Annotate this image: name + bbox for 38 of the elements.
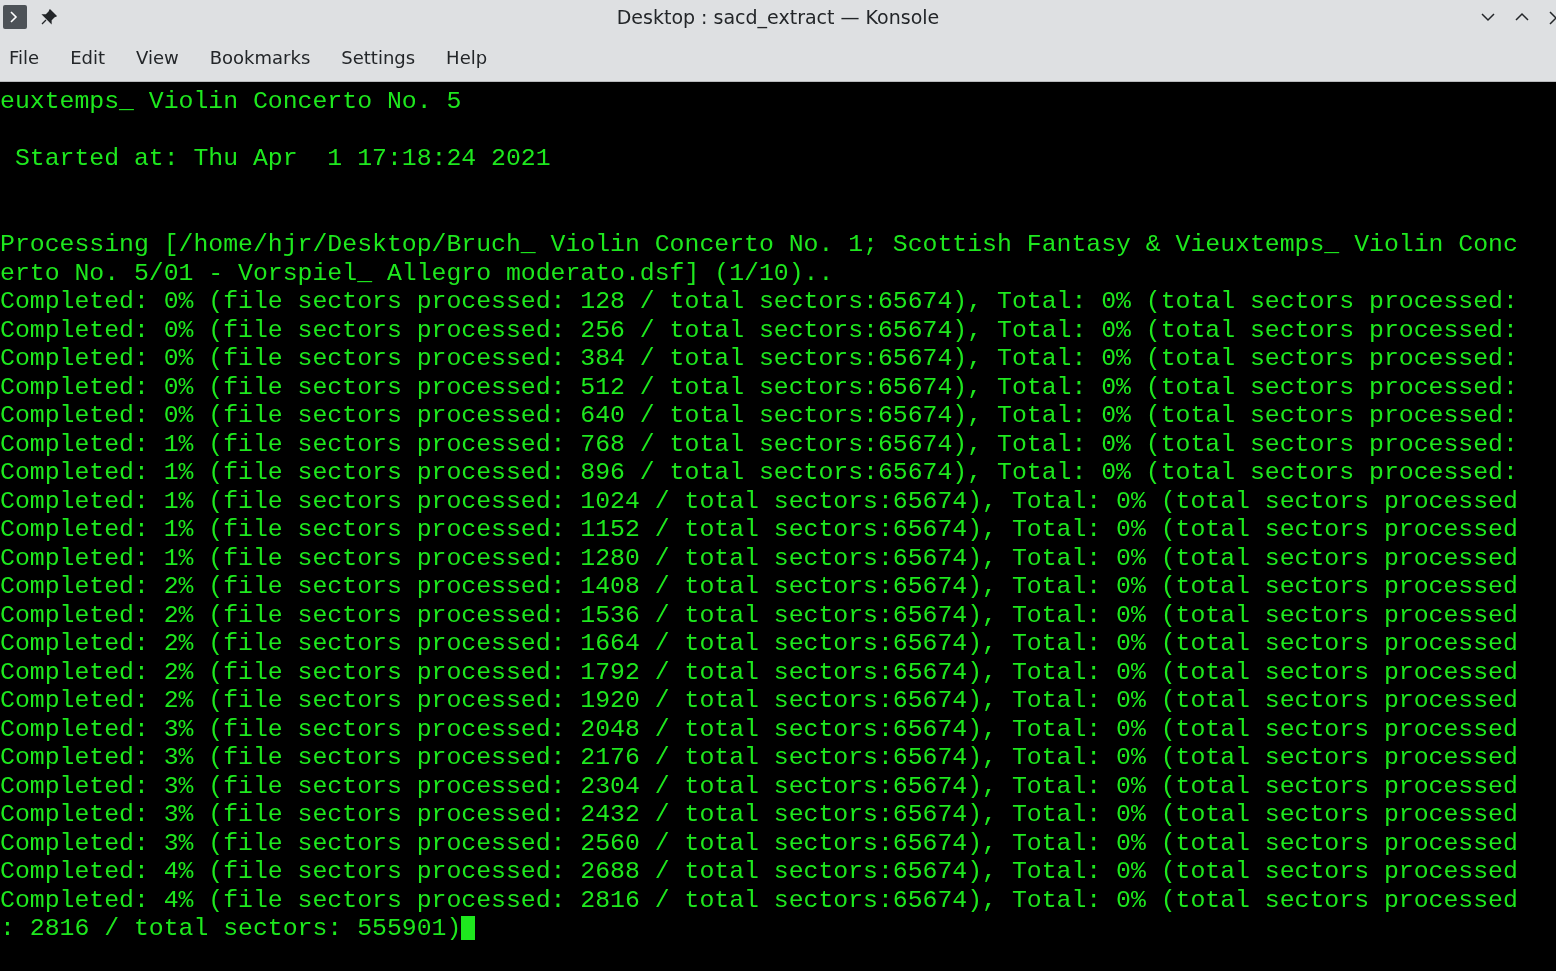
terminal-line: Completed: 0% (file sectors processed: 512 / total sectors:65674), Total: 0% (total sectors processed: — [0, 372, 1519, 401]
terminal-line: euxtemps_ Violin Concerto No. 5 — [0, 87, 463, 116]
window-title: Desktop : sacd_extract — Konsole — [616, 6, 940, 28]
menu-item[interactable]: File — [0, 43, 55, 72]
menu-item[interactable]: Bookmarks — [200, 43, 326, 72]
terminal-line: Completed: 3% (file sectors processed: 2560 / total sectors:65674), Total: 0% (total sectors processed — [0, 828, 1519, 857]
terminal-line: : 2816 / total sectors: 555901) — [0, 914, 462, 943]
pin-icon[interactable] — [41, 9, 57, 25]
terminal-line: Completed: 3% (file sectors processed: 2432 / total sectors:65674), Total: 0% (total sectors processed — [0, 800, 1519, 829]
terminal-icon — [3, 5, 27, 29]
menu-item[interactable]: Edit — [61, 43, 120, 72]
terminal-line: Completed: 2% (file sectors processed: 1408 / total sectors:65674), Total: 0% (total sectors processed — [0, 572, 1519, 601]
terminal-line: Completed: 3% (file sectors processed: 2048 / total sectors:65674), Total: 0% (total sectors processed — [0, 714, 1519, 743]
terminal-line: Completed: 1% (file sectors processed: 1280 / total sectors:65674), Total: 0% (total sectors processed — [0, 543, 1519, 572]
terminal-line: Completed: 3% (file sectors processed: 2176 / total sectors:65674), Total: 0% (total sectors processed — [0, 743, 1519, 772]
close-icon[interactable] — [1548, 9, 1556, 25]
terminal-line: Completed: 4% (file sectors processed: 2688 / total sectors:65674), Total: 0% (total sectors processed — [0, 857, 1519, 886]
terminal-line: Completed: 2% (file sectors processed: 1920 / total sectors:65674), Total: 0% (total sectors processed — [0, 686, 1519, 715]
terminal-line: Completed: 1% (file sectors processed: 1024 / total sectors:65674), Total: 0% (total sectors processed — [0, 486, 1519, 515]
terminal-line: Completed: 0% (file sectors processed: 256 / total sectors:65674), Total: 0% (total sectors processed: — [0, 315, 1519, 344]
terminal-line: Completed: 0% (file sectors processed: 128 / total sectors:65674), Total: 0% (total sectors processed: — [0, 287, 1519, 316]
text-cursor — [461, 916, 476, 941]
terminal-line: Completed: 2% (file sectors processed: 1792 / total sectors:65674), Total: 0% (total sectors processed — [0, 657, 1519, 686]
terminal-line: erto No. 5/01 - Vorspiel_ Allegro moderato.dsf] (1/10).. — [0, 258, 835, 287]
terminal-line: Started at: Thu Apr 1 17:18:24 2021 — [13, 143, 552, 172]
menu-item[interactable]: Help — [437, 43, 503, 72]
terminal-line: Completed: 4% (file sectors processed: 2816 / total sectors:65674), Total: 0% (total sectors processed — [0, 885, 1519, 914]
terminal-line: Completed: 2% (file sectors processed: 1536 / total sectors:65674), Total: 0% (total sectors processed — [0, 600, 1519, 629]
terminal-line: Completed: 1% (file sectors processed: 768 / total sectors:65674), Total: 0% (total sectors processed: — [0, 429, 1519, 458]
terminal-line: Completed: 0% (file sectors processed: 640 / total sectors:65674), Total: 0% (total sectors processed: — [0, 401, 1519, 430]
terminal-line: Completed: 0% (file sectors processed: 384 / total sectors:65674), Total: 0% (total sectors processed: — [0, 344, 1519, 373]
terminal-line: Processing [/home/hjr/Desktop/Bruch_ Violin Concerto No. 1; Scottish Fantasy & Vieuxtemps_ Violin Conc — [0, 230, 1519, 259]
terminal-line: Completed: 1% (file sectors processed: 896 / total sectors:65674), Total: 0% (total sectors processed: — [0, 458, 1519, 487]
terminal-line: Completed: 1% (file sectors processed: 1152 / total sectors:65674), Total: 0% (total sectors processed — [0, 515, 1519, 544]
terminal-line: Completed: 2% (file sectors processed: 1664 / total sectors:65674), Total: 0% (total sectors processed — [0, 629, 1519, 658]
terminal-line: Completed: 3% (file sectors processed: 2304 / total sectors:65674), Total: 0% (total sectors processed — [0, 771, 1519, 800]
menu-item[interactable]: Settings — [332, 43, 431, 72]
menu-item[interactable]: View — [127, 43, 194, 72]
